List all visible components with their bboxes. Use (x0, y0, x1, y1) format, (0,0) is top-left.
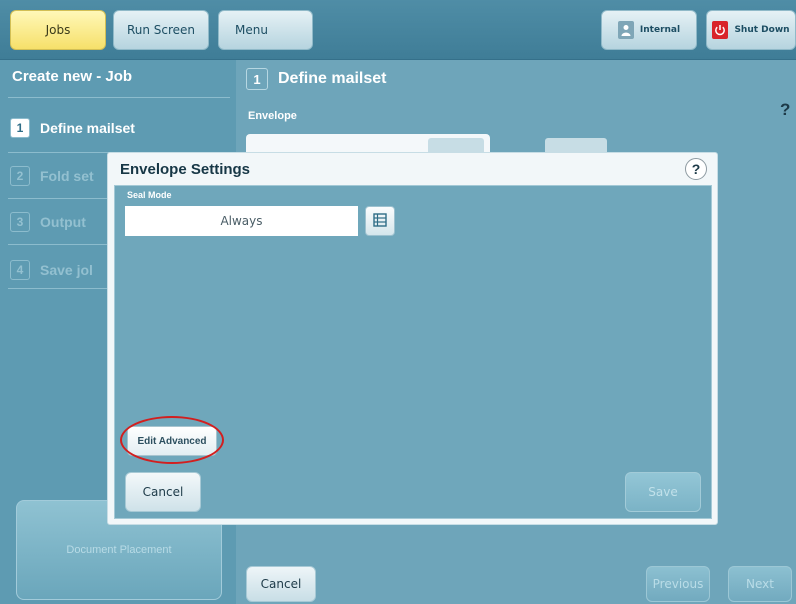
step-save-job[interactable]: 4 Save jol (10, 258, 93, 282)
dialog-title: Envelope Settings (120, 161, 251, 178)
seal-mode-value: Always (220, 214, 263, 228)
list-icon (373, 212, 387, 231)
step-label: Fold set (40, 168, 94, 184)
internal-label: Internal (639, 25, 681, 35)
dialog-save-label: Save (648, 485, 678, 499)
page-title: 1 Define mailset (246, 68, 386, 90)
envelope-label: Envelope (248, 110, 297, 122)
shut-down-label: Shut Down (734, 25, 790, 35)
top-bar: Jobs Run Screen Menu Internal Shut Down (0, 0, 796, 60)
step-output[interactable]: 3 Output (10, 210, 86, 234)
seal-mode-label: Seal Mode (127, 190, 172, 200)
user-icon (617, 21, 634, 39)
cancel-label: Cancel (260, 577, 302, 591)
page-step-number: 1 (246, 68, 268, 90)
edit-advanced-button[interactable]: Edit Advanced (127, 426, 217, 456)
dialog-help-icon[interactable]: ? (685, 158, 707, 180)
step-label: Define mailset (40, 120, 135, 136)
envelope-field[interactable] (246, 134, 490, 154)
tab-jobs-label: Jobs (45, 23, 71, 37)
help-icon[interactable]: ? (780, 100, 796, 120)
envelope-settings-dialog: Envelope Settings ? Seal Mode Always Edi (107, 152, 718, 525)
tab-jobs[interactable]: Jobs (10, 10, 106, 50)
previous-label: Previous (652, 577, 704, 591)
shut-down-button[interactable]: Shut Down (706, 10, 796, 50)
app-screen: Jobs Run Screen Menu Internal Shut Down … (0, 0, 796, 604)
tab-run-screen-label: Run Screen (126, 23, 196, 37)
tab-run-screen[interactable]: Run Screen (113, 10, 209, 50)
step-number: 1 (10, 118, 30, 138)
divider (8, 97, 230, 98)
page-title-label: Define mailset (278, 70, 387, 87)
document-placement-label: Document Placement (66, 544, 172, 556)
menu-button-label: Menu (235, 23, 268, 37)
sidebar-title: Create new - Job (12, 68, 133, 85)
previous-button[interactable]: Previous (646, 566, 710, 602)
internal-button[interactable]: Internal (601, 10, 697, 50)
step-label: Output (40, 214, 86, 230)
cancel-button[interactable]: Cancel (246, 566, 316, 602)
dialog-body: Seal Mode Always Edit Advanced Cancel Sa… (114, 185, 712, 519)
step-label: Save jol (40, 262, 93, 278)
step-number: 2 (10, 166, 30, 186)
dialog-cancel-button[interactable]: Cancel (125, 472, 201, 512)
next-label: Next (746, 577, 774, 591)
step-number: 3 (10, 212, 30, 232)
edit-advanced-label: Edit Advanced (137, 435, 207, 447)
step-define-mailset[interactable]: 1 Define mailset (10, 116, 135, 140)
seal-mode-list-button[interactable] (365, 206, 395, 236)
menu-button[interactable]: Menu (218, 10, 313, 50)
power-icon (712, 21, 729, 39)
seal-mode-field[interactable]: Always (125, 206, 358, 236)
step-fold-settings[interactable]: 2 Fold set (10, 164, 94, 188)
dialog-cancel-label: Cancel (142, 485, 184, 499)
step-number: 4 (10, 260, 30, 280)
dialog-save-button[interactable]: Save (625, 472, 701, 512)
next-button[interactable]: Next (728, 566, 792, 602)
